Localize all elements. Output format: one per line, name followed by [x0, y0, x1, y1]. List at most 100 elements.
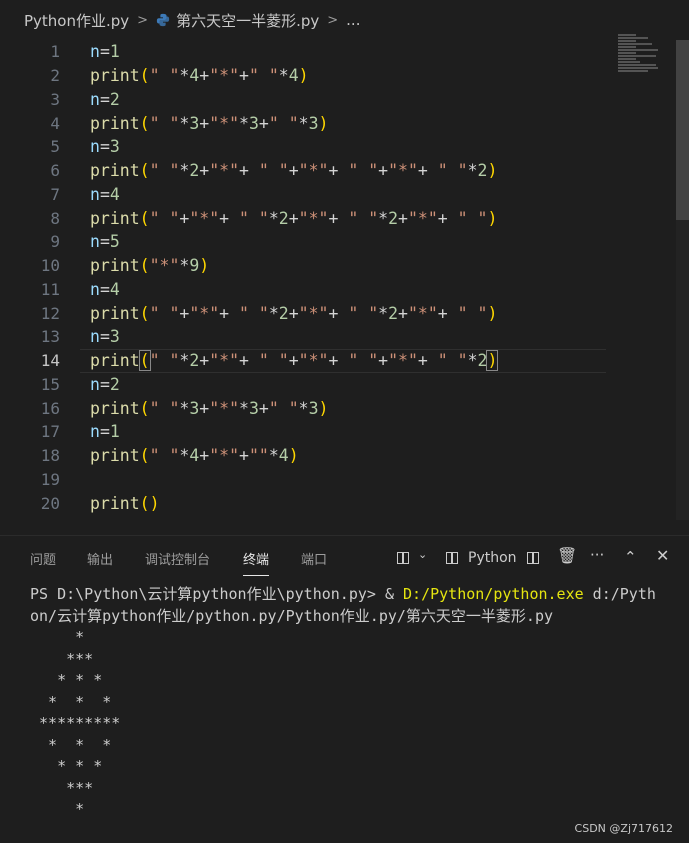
- breadcrumb-file[interactable]: 第六天空一半菱形.py: [176, 10, 319, 31]
- code-editor[interactable]: 1 n=1 2 print(" "*4+"*"+" "*4) 3 n=2 4 print(" …: [0, 40, 676, 520]
- code-token: 4: [189, 66, 200, 86]
- code-text: print(" "*4+"*"+" "*4): [90, 66, 309, 85]
- line-number: 17: [40, 422, 60, 442]
- tab-debug-console[interactable]: 调试控制台: [145, 549, 210, 568]
- code-token: ): [199, 256, 210, 276]
- code-line[interactable]: 5 n=3: [0, 135, 676, 159]
- tab-output[interactable]: 输出: [87, 549, 113, 568]
- breadcrumb-folder[interactable]: Python作业.py: [24, 10, 129, 31]
- code-line[interactable]: 4 print(" "*3+"*"*3+" "*3): [0, 111, 676, 135]
- code-token: (: [139, 303, 150, 323]
- editor-scrollbar[interactable]: [676, 40, 689, 520]
- code-token: (): [139, 493, 160, 513]
- tab-terminal[interactable]: 终端: [243, 549, 270, 576]
- code-token: +: [328, 303, 339, 323]
- code-token: " ": [149, 446, 180, 466]
- tab-problems[interactable]: 问题: [30, 549, 56, 568]
- code-token: +: [199, 66, 210, 86]
- split-terminal-icon[interactable]: [527, 550, 539, 568]
- code-token: +: [199, 161, 210, 181]
- code-token: 4: [109, 279, 120, 299]
- code-token: +: [239, 66, 249, 86]
- layout-icon[interactable]: [397, 550, 409, 568]
- code-token: print: [90, 493, 140, 513]
- code-line[interactable]: 2 print(" "*4+"*"+" "*4): [0, 64, 676, 88]
- code-line[interactable]: 6 print(" "*2+"*"+ " "+"*"+ " "+"*"+ " "*…: [0, 159, 676, 183]
- code-token: ): [298, 66, 309, 86]
- terminal-arg-wrap: on/云计算python作业/python.py/Python作业.py/第六天…: [30, 606, 554, 625]
- code-line[interactable]: 8 print(" "+"*"+ " "*2+"*"+ " "*2+"*"+ " …: [0, 206, 676, 230]
- code-token: " ": [437, 351, 468, 371]
- close-icon[interactable]: ✕: [656, 546, 669, 565]
- code-token: " ": [268, 398, 299, 418]
- code-token: 2: [109, 374, 120, 394]
- trash-icon[interactable]: 🗑: [557, 546, 577, 565]
- code-text: n=3: [90, 327, 120, 346]
- code-token: ): [487, 303, 498, 323]
- code-token: (: [139, 256, 150, 276]
- code-token: ): [288, 446, 299, 466]
- code-token: print: [90, 113, 140, 133]
- code-token: +: [179, 208, 190, 228]
- more-icon[interactable]: ···: [590, 546, 604, 564]
- code-line[interactable]: 7 n=4: [0, 183, 676, 207]
- code-text: n=1: [90, 42, 120, 61]
- code-line[interactable]: 13 n=3: [0, 325, 676, 349]
- minimap[interactable]: [618, 34, 662, 74]
- chevron-down-icon[interactable]: ⌄: [418, 548, 427, 561]
- code-token: +: [378, 351, 389, 371]
- code-line[interactable]: 20 print(): [0, 491, 676, 515]
- code-line[interactable]: 18 print(" "*4+"*"+""*4): [0, 444, 676, 468]
- code-token: "*": [209, 446, 240, 466]
- code-token: *: [467, 161, 478, 181]
- code-line[interactable]: 14 print(" "*2+"*"+ " "+"*"+ " "+"*"+ " "…: [0, 348, 676, 373]
- code-token: +: [288, 208, 299, 228]
- line-number: 12: [40, 303, 60, 323]
- code-token: " ": [348, 208, 379, 228]
- line-number: 18: [40, 446, 60, 466]
- code-token: +: [199, 398, 210, 418]
- line-number: 19: [40, 469, 60, 489]
- code-token: " ": [149, 208, 180, 228]
- code-token: 4: [278, 446, 289, 466]
- code-token: "*": [149, 256, 180, 276]
- code-line[interactable]: 15 n=2: [0, 373, 676, 397]
- code-token: "*": [209, 66, 240, 86]
- code-token: " ": [268, 113, 299, 133]
- code-line[interactable]: 11 n=4: [0, 278, 676, 302]
- code-token: "*": [407, 208, 438, 228]
- code-token: +: [328, 161, 339, 181]
- code-line[interactable]: 1 n=1: [0, 40, 676, 64]
- terminal-output[interactable]: PS D:\Python\云计算python作业\python.py> & D:…: [30, 584, 685, 821]
- line-number: 16: [40, 398, 60, 418]
- scrollbar-thumb[interactable]: [676, 40, 689, 220]
- code-token: n: [90, 327, 100, 347]
- terminal-output-line: *********: [30, 714, 121, 732]
- tab-ports[interactable]: 端口: [301, 549, 327, 568]
- code-line[interactable]: 3 n=2: [0, 88, 676, 112]
- code-token: *: [268, 303, 279, 323]
- terminal-name[interactable]: Python: [468, 550, 517, 566]
- line-number: 10: [40, 256, 60, 276]
- chevron-up-icon[interactable]: ⌃: [624, 548, 637, 566]
- code-token: print: [90, 256, 140, 276]
- code-line[interactable]: 17 n=1: [0, 420, 676, 444]
- breadcrumb-more[interactable]: ...: [346, 11, 360, 29]
- watermark: CSDN @Zj717612: [574, 822, 673, 835]
- code-token: +: [199, 351, 210, 371]
- code-line[interactable]: 19: [0, 468, 676, 492]
- code-token: +: [437, 208, 448, 228]
- terminal-split-icon: [446, 550, 458, 568]
- code-text: print(" "+"*"+ " "*2+"*"+ " "*2+"*"+ " "…: [90, 304, 497, 323]
- code-token: +: [239, 446, 249, 466]
- code-line[interactable]: 12 print(" "+"*"+ " "*2+"*"+ " "*2+"*"+ "…: [0, 301, 676, 325]
- terminal-output-line: * * *: [30, 671, 103, 689]
- code-token: 2: [388, 208, 399, 228]
- code-text: n=5: [90, 232, 120, 251]
- code-token: +: [288, 161, 299, 181]
- code-token: +: [417, 351, 428, 371]
- code-line[interactable]: 10 print("*"*9): [0, 254, 676, 278]
- code-line[interactable]: 16 print(" "*3+"*"*3+" "*3): [0, 396, 676, 420]
- code-line[interactable]: 9 n=5: [0, 230, 676, 254]
